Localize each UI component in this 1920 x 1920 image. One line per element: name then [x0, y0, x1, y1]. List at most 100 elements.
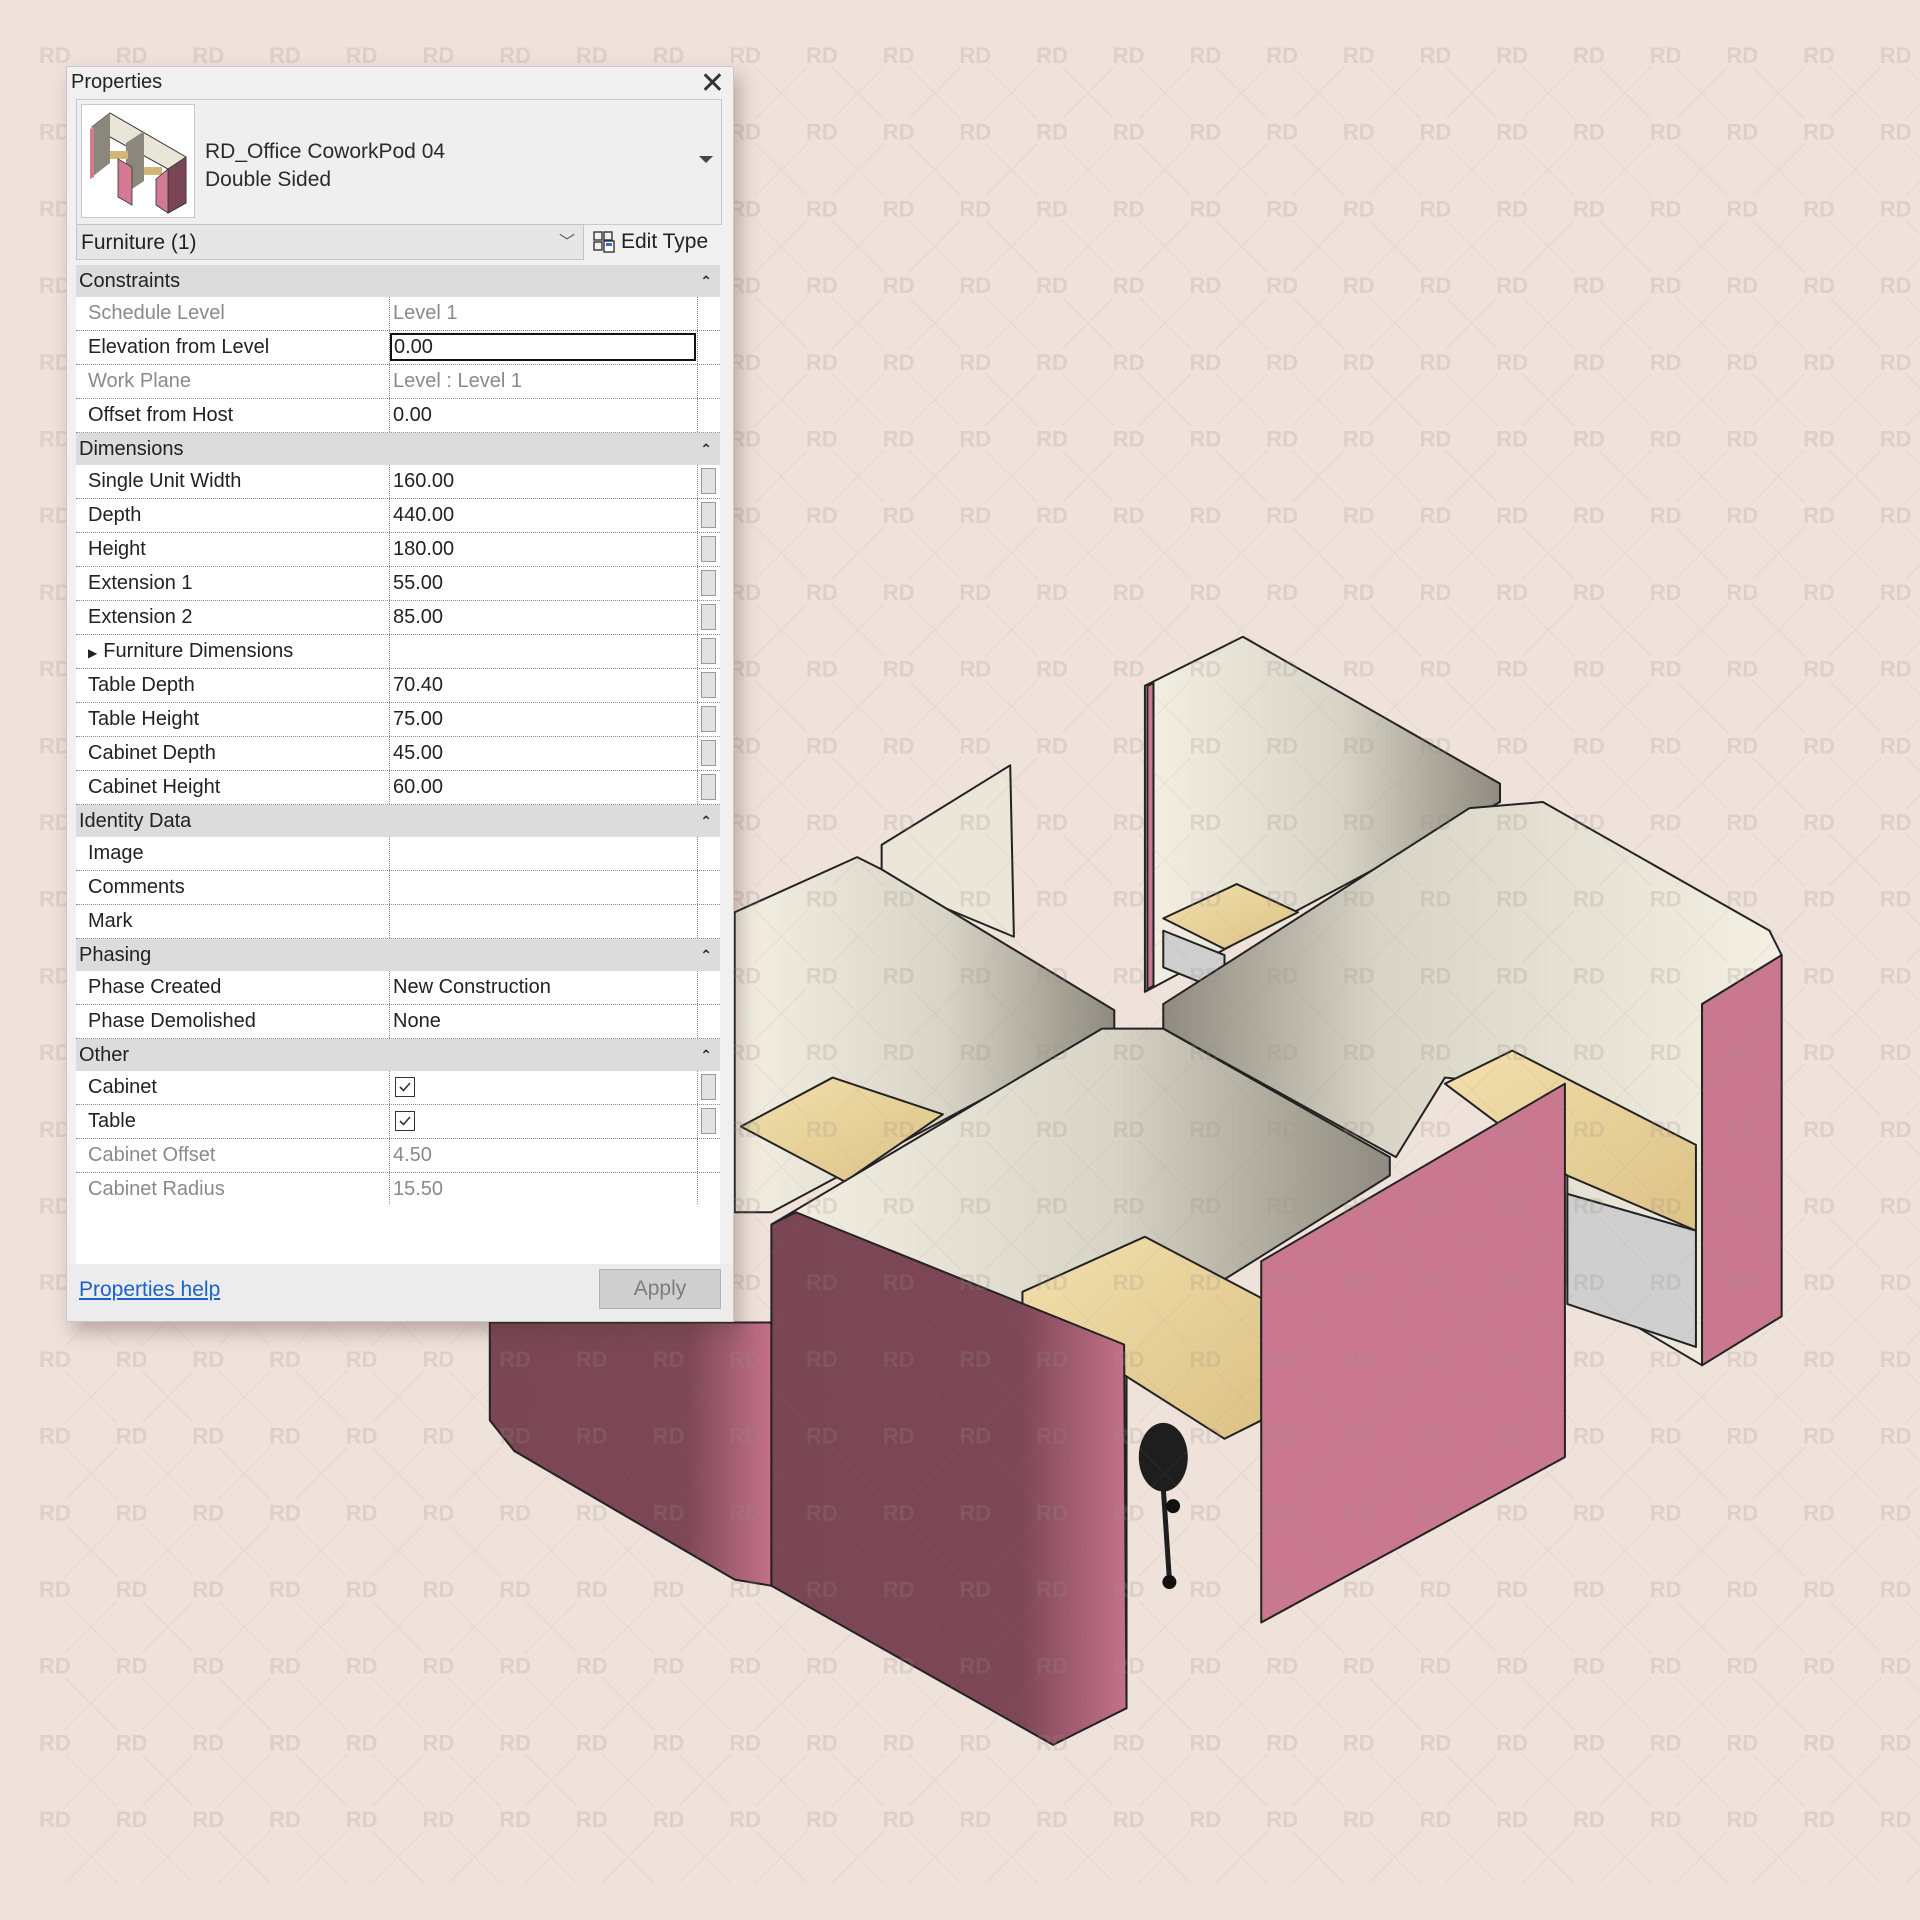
- associate-parameter-button[interactable]: [701, 706, 716, 732]
- value-input[interactable]: 0.00: [390, 333, 696, 361]
- assoc-column: [698, 669, 720, 702]
- assoc-column: [698, 971, 720, 1004]
- group-header-dimensions[interactable]: Dimensions ⌃: [76, 433, 720, 465]
- properties-palette: Properties ✕ RD_Office CoworkPod 04 Doub…: [66, 66, 734, 1322]
- property-label-text: Single Unit Width: [88, 470, 242, 492]
- associate-parameter-button[interactable]: [701, 1108, 716, 1134]
- assoc-column: [698, 703, 720, 736]
- associate-parameter-button[interactable]: [701, 570, 716, 596]
- property-value[interactable]: 75.00: [390, 703, 698, 736]
- property-value[interactable]: 160.00: [390, 465, 698, 498]
- property-value[interactable]: None: [390, 1005, 698, 1038]
- property-label-text: Extension 1: [88, 572, 193, 594]
- property-row: Schedule Level Level 1: [76, 297, 720, 331]
- property-label-text: Cabinet Offset: [88, 1144, 216, 1166]
- apply-button[interactable]: Apply: [599, 1269, 721, 1309]
- checkmark-icon: [399, 1116, 411, 1126]
- property-value[interactable]: 70.40: [390, 669, 698, 702]
- property-row: Cabinet Depth 45.00: [76, 737, 720, 771]
- property-label: Offset from Host: [76, 399, 390, 432]
- group-label: Other: [79, 1044, 130, 1066]
- property-label: Comments: [76, 871, 390, 904]
- group-header-other[interactable]: Other ⌃: [76, 1039, 720, 1071]
- property-value[interactable]: 85.00: [390, 601, 698, 634]
- property-value[interactable]: [390, 905, 698, 938]
- associate-parameter-button[interactable]: [701, 672, 716, 698]
- property-value[interactable]: 440.00: [390, 499, 698, 532]
- property-value[interactable]: [390, 837, 698, 870]
- checkbox[interactable]: [395, 1111, 415, 1131]
- expand-icon[interactable]: ▶: [88, 646, 97, 660]
- associate-parameter-button[interactable]: [701, 774, 716, 800]
- associate-parameter-button[interactable]: [701, 1074, 716, 1100]
- assoc-column: [698, 737, 720, 770]
- property-label: Depth: [76, 499, 390, 532]
- edit-type-label: Edit Type: [621, 230, 709, 253]
- property-value[interactable]: [390, 635, 698, 668]
- property-value-text: 85.00: [393, 606, 444, 628]
- type-selector[interactable]: RD_Office CoworkPod 04 Double Sided: [76, 99, 722, 225]
- collapse-icon[interactable]: ⌃: [700, 939, 712, 971]
- collapse-icon[interactable]: ⌃: [700, 1039, 712, 1071]
- associate-parameter-button[interactable]: [701, 536, 716, 562]
- collapse-icon[interactable]: ⌃: [700, 265, 712, 297]
- property-label-text: Schedule Level: [88, 302, 225, 324]
- property-row: Cabinet: [76, 1071, 720, 1105]
- close-button[interactable]: ✕: [700, 69, 725, 99]
- group-header-constraints[interactable]: Constraints ⌃: [76, 265, 720, 297]
- property-label-text: Work Plane: [88, 370, 192, 392]
- property-value[interactable]: [390, 871, 698, 904]
- dropdown-arrow-icon[interactable]: [699, 156, 713, 163]
- property-row: Table Height 75.00: [76, 703, 720, 737]
- property-value-text: 4.50: [393, 1144, 432, 1166]
- instance-filter-dropdown[interactable]: Furniture (1) ﹀: [76, 224, 584, 260]
- assoc-column: [698, 399, 720, 432]
- property-label-text: Table Depth: [88, 674, 195, 696]
- property-value[interactable]: 45.00: [390, 737, 698, 770]
- property-row: Cabinet Height 60.00: [76, 771, 720, 805]
- edit-type-button[interactable]: Edit Type: [593, 224, 708, 260]
- property-value[interactable]: New Construction: [390, 971, 698, 1004]
- family-name: RD_Office CoworkPod 04: [205, 140, 446, 163]
- property-value[interactable]: [390, 1071, 698, 1104]
- associate-parameter-button[interactable]: [701, 638, 716, 664]
- property-value[interactable]: 55.00: [390, 567, 698, 600]
- assoc-column: [698, 1005, 720, 1038]
- checkbox[interactable]: [395, 1077, 415, 1097]
- property-label[interactable]: ▶ Furniture Dimensions: [76, 635, 390, 668]
- associate-parameter-button[interactable]: [701, 604, 716, 630]
- property-value[interactable]: 60.00: [390, 771, 698, 804]
- assoc-column: [698, 635, 720, 668]
- property-row: Offset from Host 0.00: [76, 399, 720, 433]
- property-label: Table: [76, 1105, 390, 1138]
- property-label: Work Plane: [76, 365, 390, 398]
- associate-parameter-button[interactable]: [701, 502, 716, 528]
- group-header-phasing[interactable]: Phasing ⌃: [76, 939, 720, 971]
- associate-parameter-button[interactable]: [701, 468, 716, 494]
- property-label-text: Image: [88, 842, 144, 864]
- property-label: Height: [76, 533, 390, 566]
- property-value: Level 1: [390, 297, 698, 330]
- instance-filter-label: Furniture (1): [81, 231, 197, 254]
- associate-parameter-button[interactable]: [701, 740, 716, 766]
- property-label: Cabinet Height: [76, 771, 390, 804]
- chevron-down-icon: ﹀: [558, 234, 575, 251]
- property-value: Level : Level 1: [390, 365, 698, 398]
- property-value[interactable]: 180.00: [390, 533, 698, 566]
- assoc-column: [698, 1105, 720, 1138]
- property-label: Cabinet: [76, 1071, 390, 1104]
- palette-footer: Properties help Apply: [67, 1264, 733, 1321]
- property-value-text: 55.00: [393, 572, 444, 594]
- property-value[interactable]: 0.00: [390, 331, 698, 364]
- property-label: Extension 1: [76, 567, 390, 600]
- property-value[interactable]: [390, 1105, 698, 1138]
- property-row: Table Depth 70.40: [76, 669, 720, 703]
- checkmark-icon: [399, 1082, 411, 1092]
- collapse-icon[interactable]: ⌃: [700, 433, 712, 465]
- properties-help-link[interactable]: Properties help: [79, 1278, 220, 1302]
- property-row: Phase Created New Construction: [76, 971, 720, 1005]
- property-label: Phase Created: [76, 971, 390, 1004]
- group-header-identity-data[interactable]: Identity Data ⌃: [76, 805, 720, 837]
- property-value[interactable]: 0.00: [390, 399, 698, 432]
- collapse-icon[interactable]: ⌃: [700, 805, 712, 837]
